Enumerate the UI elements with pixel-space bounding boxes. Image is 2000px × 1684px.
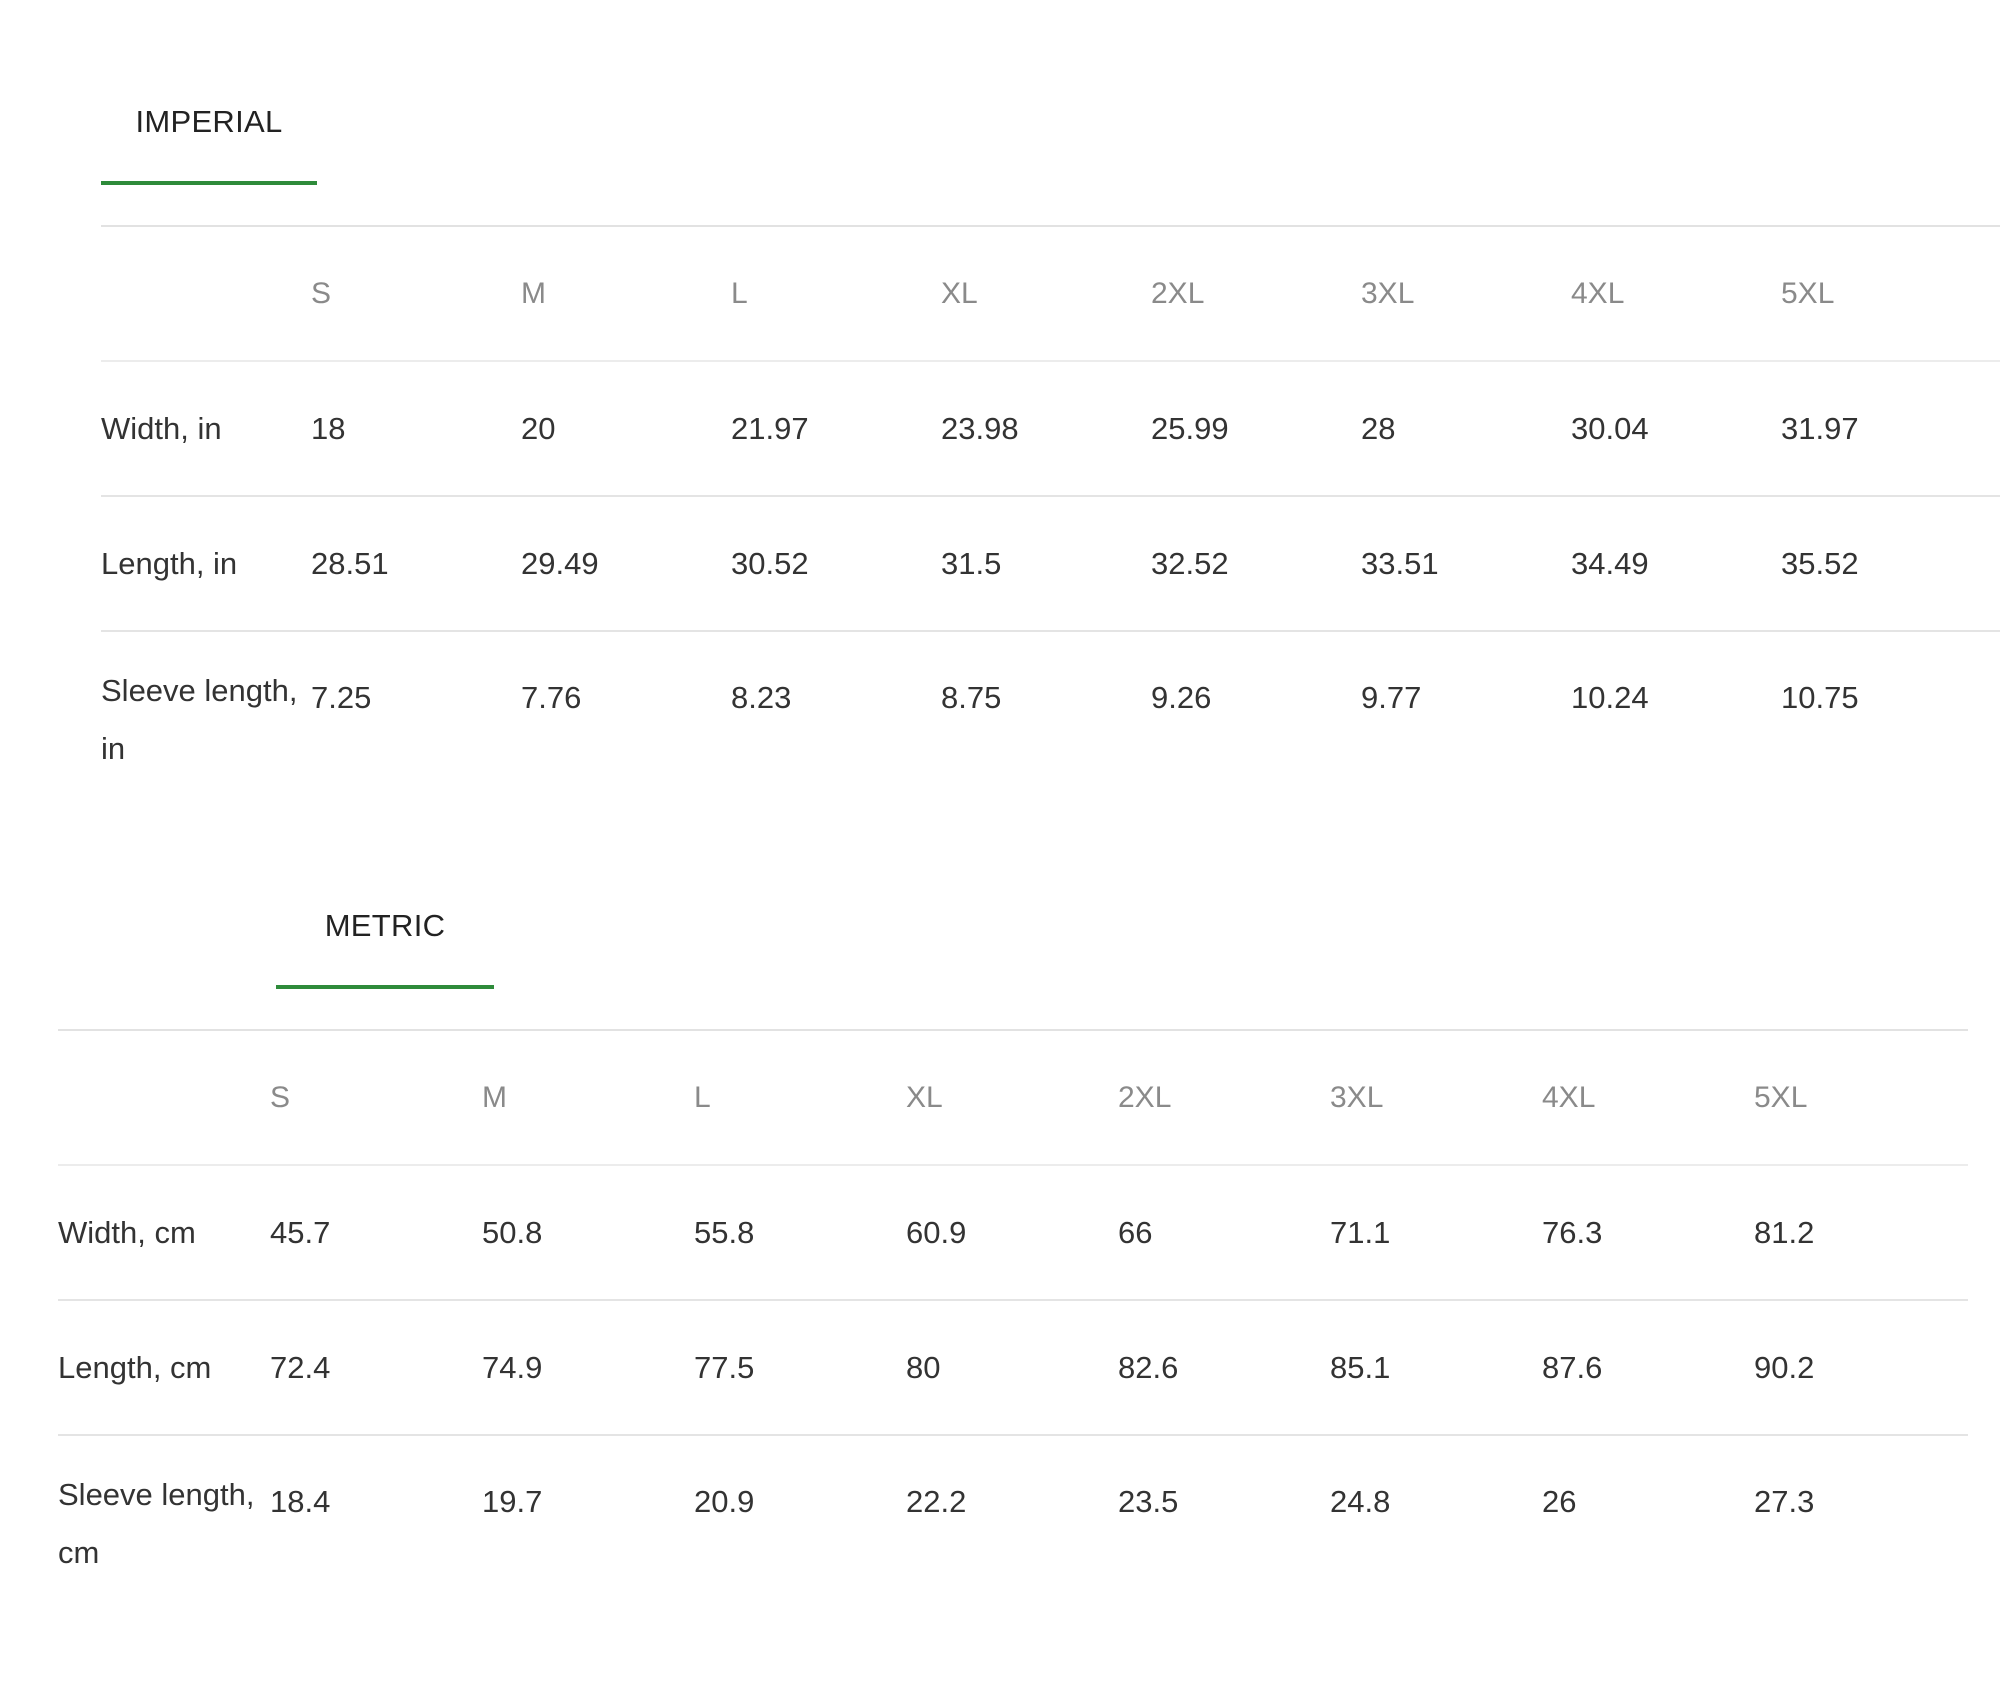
table-cell: 21.97: [731, 361, 941, 497]
table-cell: 74.9: [482, 1300, 694, 1436]
table-cell: 9.77: [1361, 680, 1422, 715]
table-cell: 90.2: [1754, 1300, 1968, 1436]
table-cell: 33.51: [1361, 496, 1571, 632]
size-header: S: [270, 1031, 482, 1166]
size-header: L: [731, 227, 941, 362]
table-cell: 28: [1361, 361, 1571, 497]
table-row: Sleeve length, in 7.25 7.76 8.23 8.75 9.…: [101, 631, 2000, 798]
table-cell: 82.6: [1118, 1300, 1330, 1436]
table-cell: 28.51: [311, 496, 521, 632]
table-cell: 71.1: [1330, 1165, 1542, 1301]
size-header: 2XL: [1151, 227, 1361, 362]
size-header: 3XL: [1361, 227, 1571, 362]
table-cell: 60.9: [906, 1165, 1118, 1301]
table-cell: 32.52: [1151, 496, 1361, 632]
metric-header-row: S M L XL 2XL 3XL 4XL 5XL: [58, 1031, 1968, 1166]
tab-imperial-active-indicator: [101, 181, 317, 185]
size-header: 4XL: [1571, 227, 1781, 362]
tab-metric[interactable]: METRIC: [276, 804, 494, 990]
size-header: 3XL: [1330, 1031, 1542, 1166]
tab-metric-label: METRIC: [324, 908, 446, 943]
table-row: Width, in 18 20 21.97 23.98 25.99 28 30.…: [101, 361, 2000, 497]
table-cell: 20.9: [694, 1484, 755, 1519]
imperial-size-table: S M L XL 2XL 3XL 4XL 5XL Width, in 18 20…: [101, 227, 2000, 798]
table-cell: 29.49: [521, 496, 731, 632]
tab-imperial-label: IMPERIAL: [135, 104, 283, 139]
table-cell: 10.75: [1781, 680, 1859, 715]
table-cell: 45.7: [270, 1165, 482, 1301]
size-header: 2XL: [1118, 1031, 1330, 1166]
table-cell: 55.8: [694, 1165, 906, 1301]
table-cell: 35.52: [1781, 496, 2000, 632]
table-cell: 27.3: [1754, 1484, 1815, 1519]
table-row: Length, in 28.51 29.49 30.52 31.5 32.52 …: [101, 496, 2000, 632]
table-cell: 34.49: [1571, 496, 1781, 632]
table-cell: 18.4: [270, 1484, 331, 1519]
row-label: Sleeve length, in: [101, 673, 298, 766]
table-cell: 87.6: [1542, 1300, 1754, 1436]
tab-metric-active-indicator: [276, 985, 494, 989]
row-label: Width, cm: [58, 1165, 270, 1301]
size-header: XL: [906, 1031, 1118, 1166]
table-cell: 26: [1542, 1484, 1577, 1519]
table-cell: 31.5: [941, 496, 1151, 632]
size-header: L: [694, 1031, 906, 1166]
table-cell: 81.2: [1754, 1165, 1968, 1301]
row-label: Sleeve length, cm: [58, 1477, 255, 1570]
table-cell: 77.5: [694, 1300, 906, 1436]
table-cell: 23.98: [941, 361, 1151, 497]
table-cell: 7.76: [521, 680, 582, 715]
table-cell: 30.04: [1571, 361, 1781, 497]
table-cell: 22.2: [906, 1484, 967, 1519]
imperial-header-row: S M L XL 2XL 3XL 4XL 5XL: [101, 227, 2000, 362]
table-cell: 50.8: [482, 1165, 694, 1301]
row-label: Length, in: [101, 496, 311, 632]
table-cell: 24.8: [1330, 1484, 1391, 1519]
table-cell: 8.23: [731, 680, 792, 715]
size-header: S: [311, 227, 521, 362]
table-cell: 66: [1118, 1165, 1330, 1301]
metric-header-empty: [58, 1031, 270, 1166]
table-cell: 7.25: [311, 680, 372, 715]
row-label: Length, cm: [58, 1300, 270, 1436]
imperial-header-empty: [101, 227, 311, 362]
table-cell: 8.75: [941, 680, 1002, 715]
size-header: 5XL: [1754, 1031, 1968, 1166]
table-cell: 80: [906, 1300, 1118, 1436]
table-cell: 76.3: [1542, 1165, 1754, 1301]
table-cell: 23.5: [1118, 1484, 1179, 1519]
table-cell: 20: [521, 361, 731, 497]
table-row: Sleeve length, cm 18.4 19.7 20.9 22.2 23…: [58, 1435, 1968, 1602]
table-cell: 18: [311, 361, 521, 497]
table-cell: 19.7: [482, 1484, 543, 1519]
table-cell: 72.4: [270, 1300, 482, 1436]
size-header: 4XL: [1542, 1031, 1754, 1166]
table-cell: 30.52: [731, 496, 941, 632]
table-cell: 9.26: [1151, 680, 1212, 715]
table-row: Width, cm 45.7 50.8 55.8 60.9 66 71.1 76…: [58, 1165, 1968, 1301]
size-header: 5XL: [1781, 227, 2000, 362]
table-cell: 31.97: [1781, 361, 2000, 497]
table-cell: 10.24: [1571, 680, 1649, 715]
size-header: M: [521, 227, 731, 362]
metric-size-table: S M L XL 2XL 3XL 4XL 5XL Width, cm 45.7 …: [58, 1031, 1968, 1602]
size-header: M: [482, 1031, 694, 1166]
size-header: XL: [941, 227, 1151, 362]
table-cell: 85.1: [1330, 1300, 1542, 1436]
table-cell: 25.99: [1151, 361, 1361, 497]
tab-imperial[interactable]: IMPERIAL: [101, 0, 317, 186]
table-row: Length, cm 72.4 74.9 77.5 80 82.6 85.1 8…: [58, 1300, 1968, 1436]
row-label: Width, in: [101, 361, 311, 497]
